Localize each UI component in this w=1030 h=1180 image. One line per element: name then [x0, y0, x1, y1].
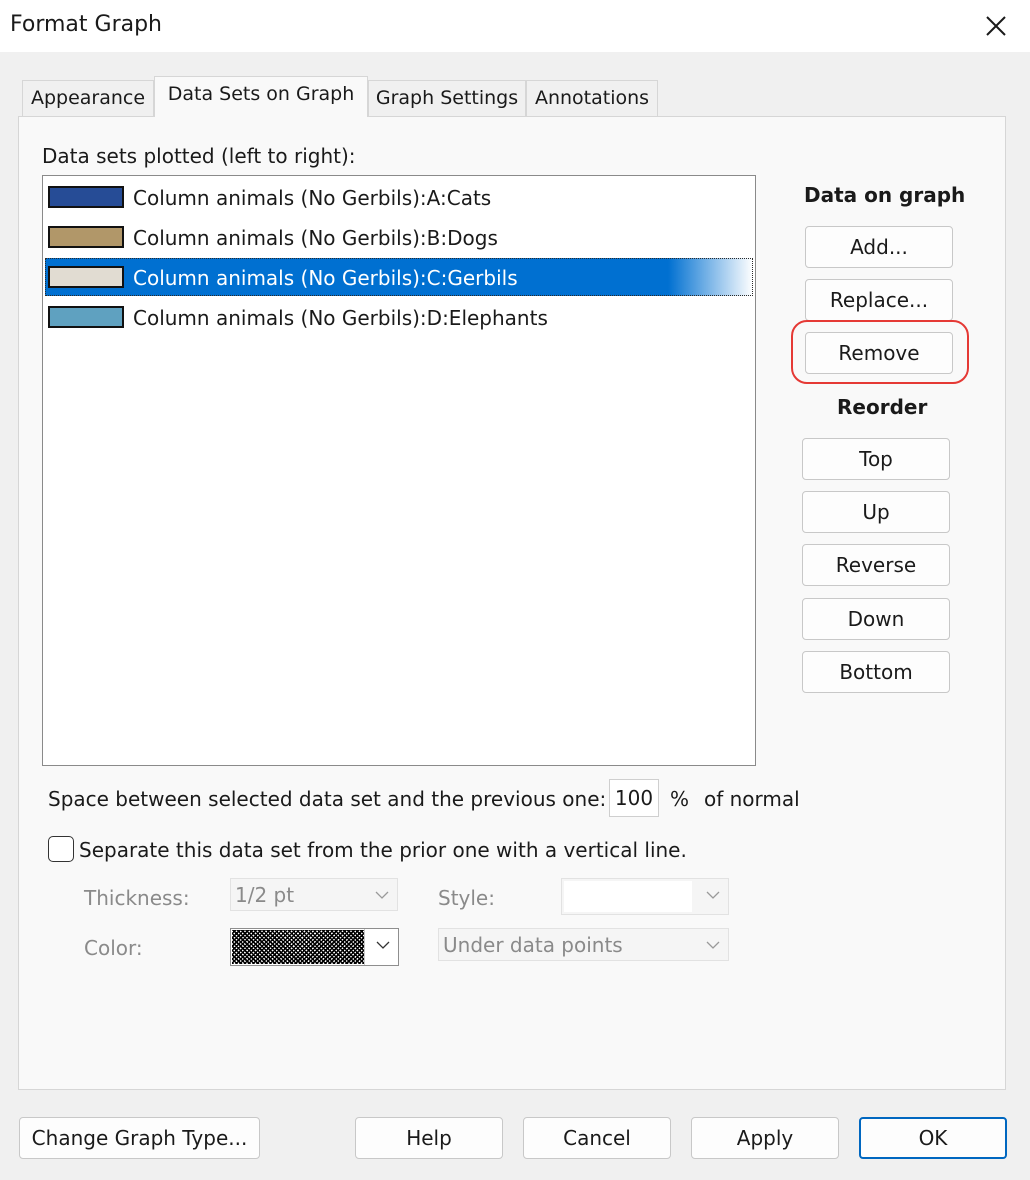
- chevron-down-icon: [706, 891, 720, 899]
- data-on-graph-heading: Data on graph: [804, 183, 966, 207]
- help-button[interactable]: Help: [355, 1117, 503, 1159]
- separator-checkbox-label: Separate this data set from the prior on…: [79, 838, 687, 862]
- space-label: Space between selected data set and the …: [48, 787, 607, 811]
- remove-highlight: [791, 320, 969, 384]
- close-button[interactable]: [976, 6, 1016, 46]
- color-swatch: [48, 226, 124, 248]
- line-position-value: Under data points: [443, 933, 623, 957]
- color-swatch: [48, 306, 124, 328]
- tab-graph-settings[interactable]: Graph Settings: [368, 80, 526, 116]
- tab-data-sets-on-graph[interactable]: Data Sets on Graph: [154, 76, 368, 117]
- window-title: Format Graph: [10, 12, 163, 37]
- down-button[interactable]: Down: [802, 598, 950, 640]
- color-swatch: [48, 266, 124, 288]
- chevron-down-icon: [376, 941, 390, 949]
- list-item-label: Column animals (No Gerbils):D:Elephants: [133, 306, 548, 330]
- style-label: Style:: [438, 886, 495, 910]
- list-label: Data sets plotted (left to right):: [42, 144, 356, 168]
- thickness-label: Thickness:: [84, 886, 190, 910]
- close-icon: [986, 16, 1006, 36]
- combo-divider: [364, 929, 365, 965]
- tab-annotations[interactable]: Annotations: [526, 80, 658, 116]
- space-percent-input[interactable]: 100: [609, 779, 659, 817]
- list-item-label: Column animals (No Gerbils):C:Gerbils: [133, 266, 518, 290]
- list-item[interactable]: Column animals (No Gerbils):D:Elephants: [45, 298, 753, 336]
- tab-appearance[interactable]: Appearance: [22, 80, 154, 116]
- reorder-heading: Reorder: [837, 395, 928, 419]
- color-swatch: [48, 186, 124, 208]
- list-item-label: Column animals (No Gerbils):B:Dogs: [133, 226, 498, 250]
- apply-button[interactable]: Apply: [691, 1117, 839, 1159]
- of-normal-label: of normal: [704, 787, 800, 811]
- line-color-select[interactable]: [230, 928, 399, 966]
- list-item[interactable]: Column animals (No Gerbils):B:Dogs: [45, 218, 753, 256]
- chevron-down-icon: [706, 941, 720, 949]
- replace-button[interactable]: Replace...: [805, 279, 953, 321]
- line-position-select[interactable]: Under data points: [438, 928, 729, 961]
- thickness-value: 1/2 pt: [235, 883, 295, 907]
- up-button[interactable]: Up: [802, 491, 950, 533]
- list-item-label: Column animals (No Gerbils):A:Cats: [133, 186, 492, 210]
- reverse-button[interactable]: Reverse: [802, 544, 950, 586]
- cancel-button[interactable]: Cancel: [523, 1117, 671, 1159]
- list-item[interactable]: Column animals (No Gerbils):A:Cats: [45, 178, 753, 216]
- ok-button[interactable]: OK: [859, 1117, 1007, 1159]
- top-button[interactable]: Top: [802, 438, 950, 480]
- bottom-button[interactable]: Bottom: [802, 651, 950, 693]
- pattern-swatch: [232, 930, 364, 964]
- thickness-select[interactable]: 1/2 pt: [230, 878, 398, 911]
- style-select[interactable]: [561, 878, 729, 915]
- color-label: Color:: [84, 936, 143, 960]
- style-preview: [564, 881, 692, 912]
- separator-checkbox[interactable]: [48, 836, 74, 862]
- chevron-down-icon: [375, 891, 389, 899]
- add-button[interactable]: Add...: [805, 226, 953, 268]
- list-item-selected[interactable]: Column animals (No Gerbils):C:Gerbils: [45, 258, 753, 296]
- change-graph-type-button[interactable]: Change Graph Type...: [19, 1117, 260, 1159]
- percent-sign: %: [670, 787, 690, 811]
- data-sets-list[interactable]: Column animals (No Gerbils):A:Cats Colum…: [42, 175, 756, 766]
